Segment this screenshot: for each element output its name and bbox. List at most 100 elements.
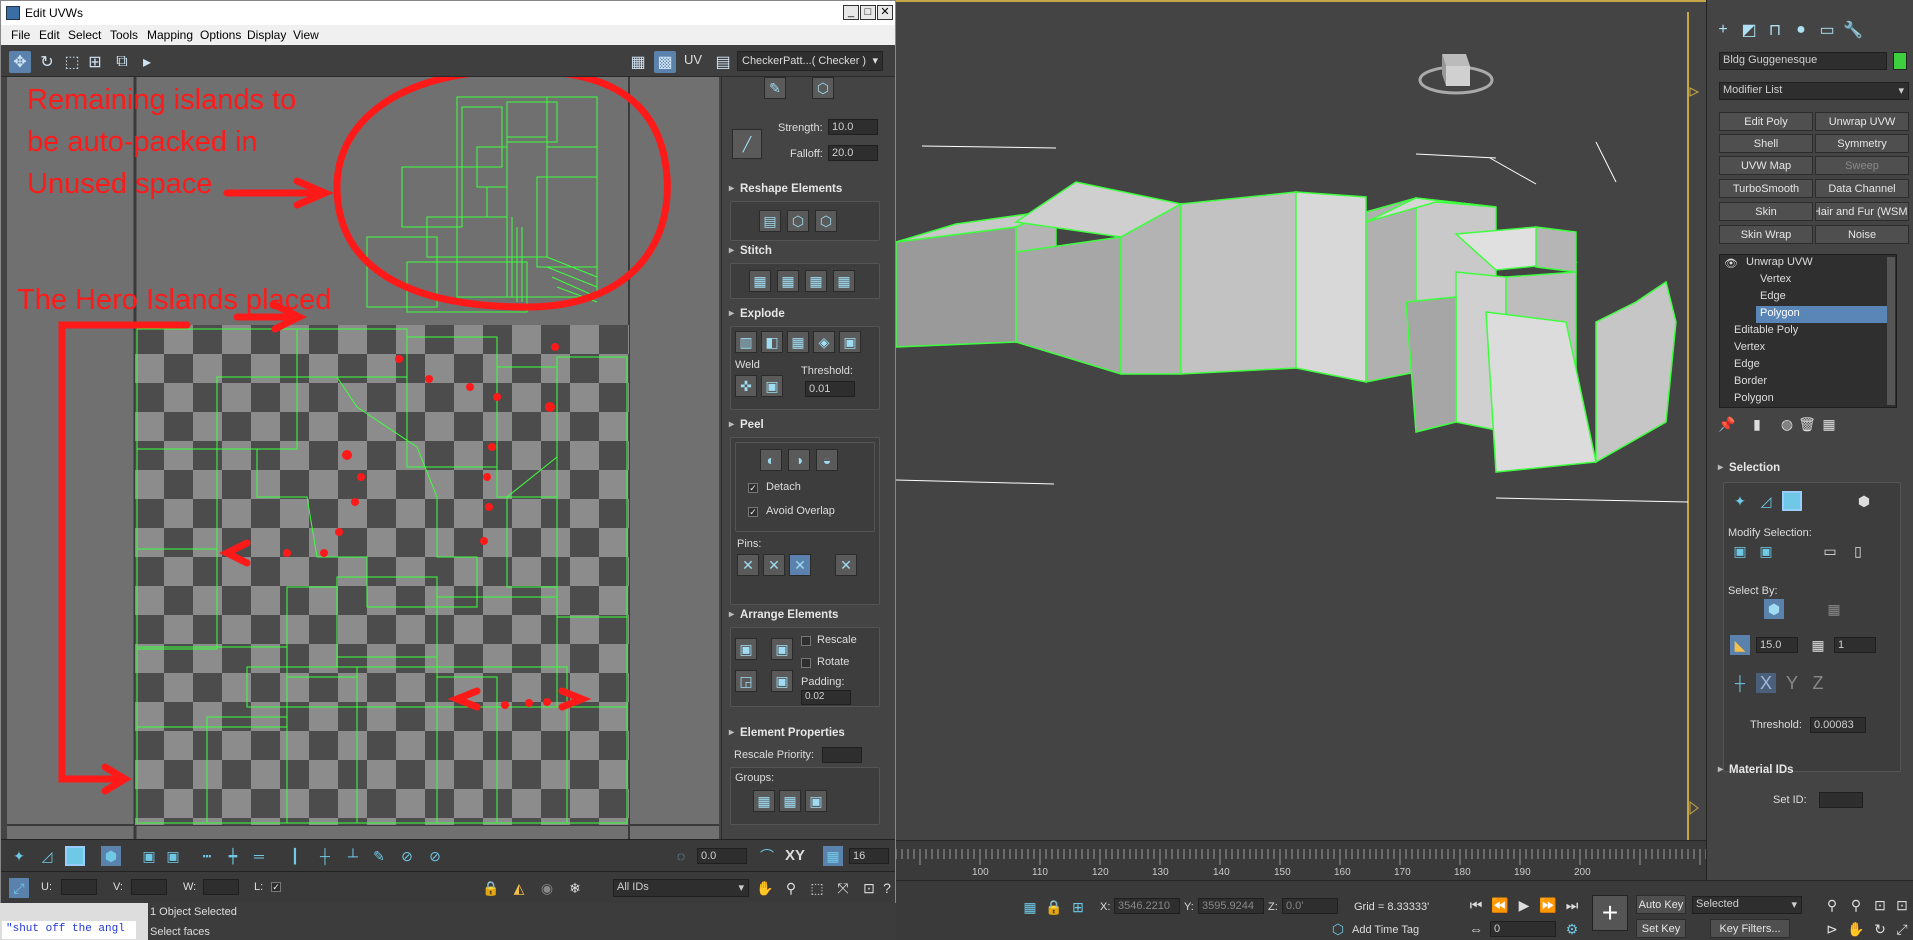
fit-icon[interactable]: ⊡: [859, 878, 879, 898]
time-tag-icon[interactable]: ⬡: [1328, 919, 1348, 939]
shrink-icon[interactable]: ▣: [1756, 541, 1776, 561]
z-coord-field[interactable]: 0.0': [1282, 898, 1338, 914]
polygon-mode-icon[interactable]: [65, 846, 85, 866]
skin-wrap-button[interactable]: Skin Wrap: [1719, 225, 1813, 244]
weld-selected-icon[interactable]: ✜: [735, 375, 757, 397]
show-end-result-icon[interactable]: ▮: [1747, 414, 1767, 434]
edge-mode-icon[interactable]: ◿: [1756, 491, 1776, 511]
stack-unwrap-polygon[interactable]: Polygon: [1756, 306, 1888, 323]
reset-peel-icon[interactable]: ◒: [816, 449, 838, 471]
frame-spinner[interactable]: 0: [1490, 921, 1556, 937]
zoom-extents-icon[interactable]: ⤧: [833, 878, 853, 898]
group-ungroup-icon[interactable]: ▦: [779, 790, 801, 812]
skin-button[interactable]: Skin: [1719, 202, 1813, 221]
auto-key-button[interactable]: Auto Key: [1636, 895, 1686, 914]
mirror-icon[interactable]: ▸: [136, 51, 158, 73]
explode-icon[interactable]: ▦: [787, 331, 809, 353]
pin-icon[interactable]: ✕: [737, 554, 759, 576]
uv-label[interactable]: UV: [684, 52, 702, 67]
data-channel-button[interactable]: Data Channel: [1815, 179, 1909, 198]
quick-peel-icon[interactable]: ◐: [760, 449, 782, 471]
play-icon[interactable]: ▶: [1514, 895, 1534, 915]
orbit-icon[interactable]: ↻: [1870, 919, 1890, 939]
paint-icon[interactable]: ╱: [732, 129, 762, 159]
by-element-icon[interactable]: ⬢: [1764, 599, 1784, 619]
snowflake-icon[interactable]: ❄: [565, 878, 585, 898]
align-edge-icon[interactable]: ┴: [343, 846, 363, 866]
stack-unwrap-uvw[interactable]: Unwrap UVW: [1720, 255, 1888, 272]
menu-view[interactable]: View: [293, 28, 319, 42]
ring-grow-icon[interactable]: ═: [249, 846, 269, 866]
by-smoothing-icon[interactable]: ▦: [1824, 599, 1844, 619]
rescale-elements-icon[interactable]: ▣: [771, 670, 793, 692]
rotate-angle-icon[interactable]: ◌: [671, 846, 691, 866]
scale-icon[interactable]: ⬚: [61, 51, 83, 73]
vertex-mode-icon[interactable]: ✦: [9, 846, 29, 866]
modifier-list-dropdown[interactable]: Modifier List ▾: [1719, 82, 1909, 100]
modify-tab-icon[interactable]: ◩: [1737, 18, 1761, 42]
remove-modifier-icon[interactable]: 🗑: [1797, 414, 1817, 434]
stitch-target-icon[interactable]: ▦: [777, 270, 799, 292]
menu-mapping[interactable]: Mapping: [147, 28, 193, 42]
help-icon[interactable]: ?: [877, 878, 897, 898]
object-color-swatch[interactable]: [1893, 52, 1907, 70]
l-checkbox[interactable]: ✓: [271, 882, 281, 892]
create-tab-icon[interactable]: +: [1711, 18, 1735, 42]
peel-mode-icon[interactable]: ◑: [788, 449, 810, 471]
configure-sets-icon[interactable]: ▦: [1819, 414, 1839, 434]
symmetry-button[interactable]: Symmetry: [1815, 134, 1909, 153]
z-axis-button[interactable]: Z: [1808, 673, 1828, 693]
explode-weld-icon[interactable]: ◈: [813, 331, 835, 353]
shell-button[interactable]: Shell: [1719, 134, 1813, 153]
stack-poly-polygon[interactable]: Polygon: [1720, 391, 1888, 408]
select-pins-icon[interactable]: ✕: [835, 554, 857, 576]
pin-stack-icon[interactable]: 📌: [1717, 414, 1737, 434]
uv-viewport[interactable]: Remaining islands to be auto-packed in U…: [7, 77, 719, 839]
selected-dropdown[interactable]: Selected ▾: [1692, 896, 1802, 914]
isolate-icon[interactable]: ▦: [1020, 897, 1040, 917]
script-listener[interactable]: "shut off the angl: [2, 921, 136, 939]
material-ids-rollout[interactable]: Material IDs: [1715, 764, 1903, 782]
unpin-icon[interactable]: ✕: [763, 554, 785, 576]
pack-together-icon[interactable]: ◲: [735, 670, 757, 692]
ring-icon[interactable]: ▯: [1848, 541, 1868, 561]
zoom-extents-all-icon[interactable]: ⊡: [1892, 895, 1912, 915]
angle-spinner[interactable]: 0.0: [697, 848, 747, 864]
element-select-icon[interactable]: ⬢: [1854, 491, 1874, 511]
point-to-point-icon[interactable]: ┃: [285, 846, 305, 866]
add-time-tag[interactable]: Add Time Tag: [1352, 924, 1419, 936]
menu-select[interactable]: Select: [68, 28, 101, 42]
align-icon[interactable]: ┼: [315, 846, 335, 866]
ring-icon[interactable]: ┿: [223, 846, 243, 866]
falloff-spinner[interactable]: 20.0: [828, 145, 878, 161]
x-axis-button[interactable]: X: [1756, 673, 1776, 693]
time-config-icon[interactable]: ⚙: [1562, 919, 1582, 939]
element-properties-rollout[interactable]: Element Properties: [726, 727, 884, 745]
stack-unwrap-edge[interactable]: Edge: [1720, 289, 1888, 306]
motion-tab-icon[interactable]: ●: [1789, 18, 1813, 42]
group-icon[interactable]: ▣: [805, 790, 827, 812]
menu-edit[interactable]: Edit: [39, 28, 60, 42]
shrink-icon[interactable]: ▣: [163, 846, 183, 866]
freeze-icon[interactable]: ◉: [537, 878, 557, 898]
stitch-source-icon[interactable]: ▦: [833, 270, 855, 292]
avoid-overlap-checkbox[interactable]: ✓: [748, 507, 758, 517]
arrange-elements-rollout[interactable]: Arrange Elements: [726, 609, 884, 627]
move-icon[interactable]: ✥: [9, 51, 31, 73]
prev-frame-icon[interactable]: ⏪: [1490, 895, 1510, 915]
mirror-icon[interactable]: ⧉: [111, 51, 133, 73]
explode-rollout[interactable]: Explode: [726, 308, 884, 326]
stitch-average-icon[interactable]: ▦: [805, 270, 827, 292]
material-id-dropdown[interactable]: All IDs ▾: [613, 879, 749, 897]
menu-tools[interactable]: Tools: [110, 28, 138, 42]
zoom-all-icon[interactable]: ⚲: [1846, 895, 1866, 915]
hair-and-fur-button[interactable]: Hair and Fur (WSM): [1815, 202, 1909, 221]
turbosmooth-button[interactable]: TurboSmooth: [1719, 179, 1813, 198]
maximize-viewport-icon[interactable]: ⤢: [1892, 919, 1912, 939]
relax-icon[interactable]: ⬡: [787, 210, 809, 232]
paint-select-icon[interactable]: ✎: [369, 846, 389, 866]
planar-angle-icon[interactable]: ◣: [1730, 635, 1750, 655]
zoom-icon[interactable]: ⚲: [1822, 895, 1842, 915]
x-coord-field[interactable]: 3546.2210: [1114, 898, 1180, 914]
goto-start-icon[interactable]: ⏮: [1466, 895, 1486, 915]
